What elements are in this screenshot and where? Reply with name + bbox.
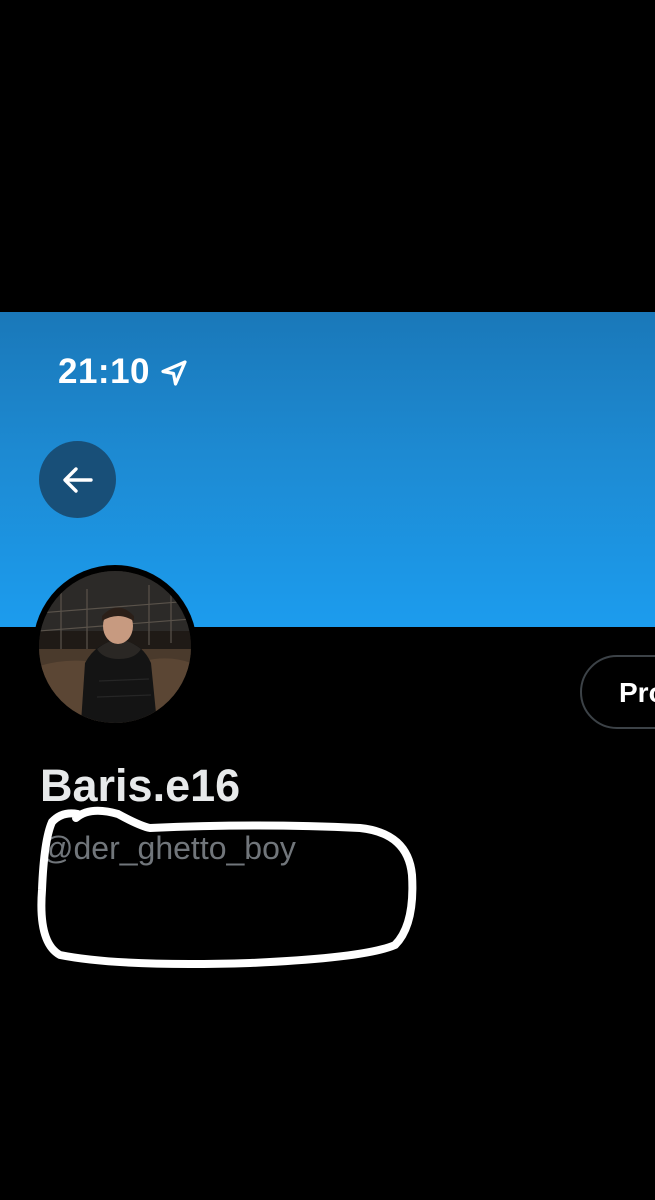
- avatar[interactable]: [33, 565, 197, 729]
- profile-screen: 21:10 Pr Baris.e16 @der_ghetto_boy: [0, 0, 655, 1200]
- status-bar: 21:10: [58, 352, 190, 392]
- profile-action-button[interactable]: Pro: [580, 655, 655, 729]
- profile-action-button-label: Pro: [619, 677, 655, 708]
- avatar-photo: [39, 571, 191, 723]
- user-handle: @der_ghetto_boy: [41, 830, 296, 866]
- arrow-left-icon: [61, 463, 95, 497]
- back-button[interactable]: [39, 441, 116, 518]
- location-arrow-icon: [158, 357, 190, 389]
- display-name: Baris.e16: [40, 760, 241, 811]
- status-time: 21:10: [58, 352, 151, 391]
